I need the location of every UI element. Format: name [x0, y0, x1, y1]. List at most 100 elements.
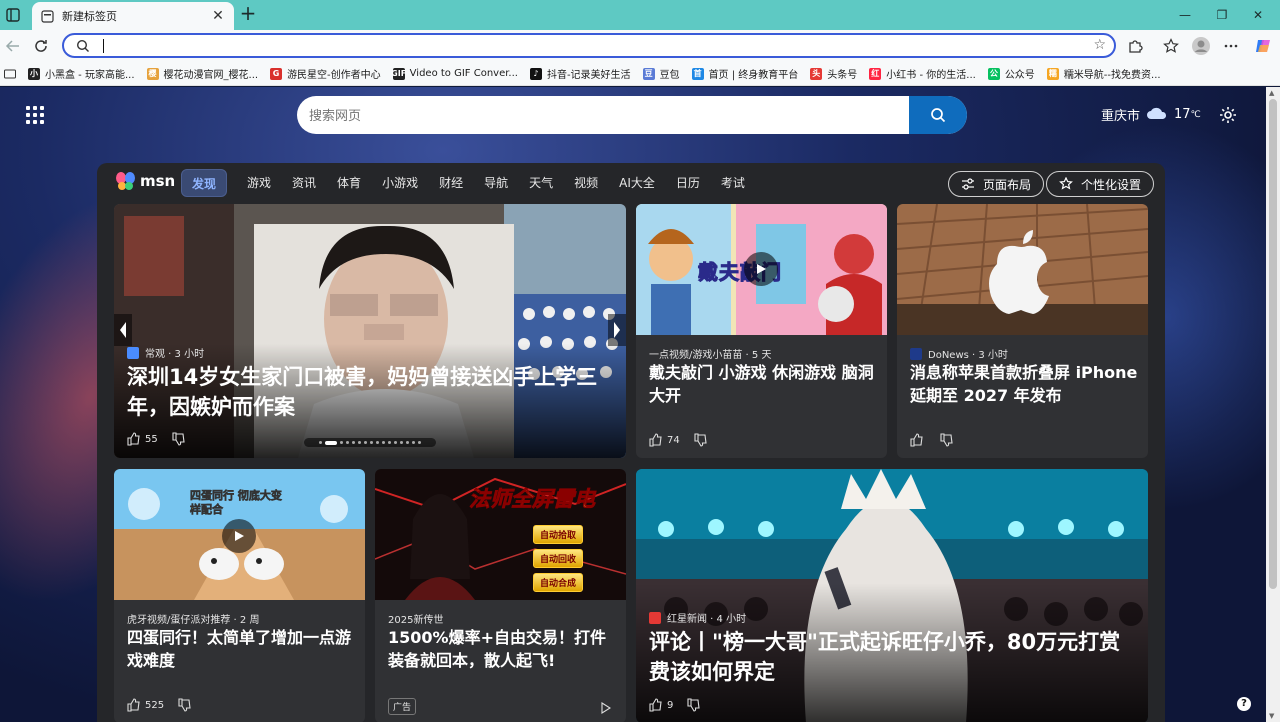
carousel-dots[interactable]	[304, 438, 436, 447]
big-headline[interactable]: 评论丨"榜一大哥"正式起诉旺仔小乔，80万元打赏费该如何界定	[649, 627, 1135, 687]
scroll-down-icon[interactable]: ▼	[1269, 712, 1274, 720]
game2-like-count: 525	[145, 699, 165, 711]
bookmark-label: 小红书 - 你的生活...	[886, 70, 976, 81]
scroll-up-icon[interactable]: ▲	[1269, 89, 1274, 97]
game1-headline[interactable]: 戴夫敲门 小游戏 休闲游戏 脑洞大开	[649, 361, 877, 407]
web-search-button[interactable]	[909, 96, 967, 134]
hero-card[interactable]: 常观 · 3 小时 深圳14岁女生家门口被害，妈妈曾接送凶手上学三年，因嫉妒而作…	[114, 204, 626, 458]
help-button[interactable]: ?	[1237, 697, 1251, 711]
favorites-button[interactable]	[1160, 35, 1182, 57]
app-launcher-icon[interactable]	[26, 106, 44, 124]
web-search-input[interactable]	[309, 106, 899, 124]
video-play-icon[interactable]	[744, 252, 778, 286]
thumbs-up-icon	[127, 432, 140, 446]
ad-card[interactable]: 法师全屏雷电 自动拾取 自动回收 自动合成 2025新传世 1500%爆率+自由交易…	[375, 469, 626, 722]
hero-headline[interactable]: 深圳14岁女生家门口被害，妈妈曾接送凶手上学三年，因嫉妒而作案	[127, 362, 613, 422]
apple-news-card[interactable]: DoNews · 3 小时 消息称苹果首款折叠屏 iPhone 延期至 2027…	[897, 204, 1148, 458]
bookmark-item[interactable]: 公公众号	[987, 66, 1035, 81]
weather-widget[interactable]: 重庆市 17 ℃	[1101, 105, 1201, 124]
ad-image-pill: 自动回收	[533, 549, 584, 568]
refresh-button[interactable]	[30, 35, 52, 57]
donews-logo-icon	[910, 347, 922, 360]
tab-close-icon[interactable]: ✕	[210, 8, 226, 24]
bookmark-item[interactable]: 糯糯米导航--找免费资...	[1046, 66, 1161, 81]
apple-source: DoNews · 3 小时	[910, 346, 1008, 361]
ellipsis-icon	[1224, 44, 1238, 48]
address-bar[interactable]: ☆	[62, 33, 1116, 58]
bookmark-item[interactable]: 小小黑盒 - 玩家高能...	[28, 66, 135, 81]
window-close-button[interactable]: ✕	[1236, 0, 1280, 30]
big-source: 红星新闻 · 4 小时	[649, 610, 746, 625]
scrollbar-thumb[interactable]	[1269, 99, 1277, 589]
msn-nav-item[interactable]: 游戏	[247, 169, 271, 197]
msn-nav-item[interactable]: 小游戏	[382, 169, 418, 197]
bookmark-item[interactable]: 首首页 | 终身教育平台	[691, 66, 798, 81]
thumbs-up-icon	[649, 698, 662, 712]
apple-source-text: DoNews · 3 小时	[928, 350, 1008, 361]
page-settings-button[interactable]	[1218, 105, 1238, 125]
game-card-eggs[interactable]: 四蛋同行 彻底大变样配合 虎牙视频/蛋仔派对推荐 · 2 周 四蛋同行！太简单了…	[114, 469, 365, 722]
bookmark-item[interactable]: ♪ 抖音-记录美好生活	[529, 66, 631, 81]
bookmark-label: 头条号	[827, 70, 858, 81]
profile-avatar[interactable]	[1190, 35, 1212, 57]
copilot-button[interactable]	[1252, 35, 1274, 57]
msn-nav-item[interactable]: 考试	[721, 169, 745, 197]
thumbs-down-icon	[687, 698, 700, 712]
tab-new-tab[interactable]: 新建标签页 ✕	[32, 2, 234, 30]
msn-nav-item[interactable]: 财经	[439, 169, 463, 197]
msn-nav-item[interactable]: 导航	[484, 169, 508, 197]
big-news-card[interactable]: 红星新闻 · 4 小时 评论丨"榜一大哥"正式起诉旺仔小乔，80万元打赏费该如何…	[636, 469, 1148, 722]
new-tab-button[interactable]: +	[238, 3, 258, 24]
bookmark-label: 公众号	[1004, 70, 1035, 81]
eggs-image-title: 四蛋同行 彻底大变样配合	[190, 489, 282, 517]
bookmark-favicon-icon: 糯	[1046, 67, 1059, 80]
bookmark-item[interactable]: 樱樱花动漫官网_樱花...	[146, 66, 258, 81]
tab-actions-icon[interactable]	[2, 4, 24, 26]
bookmark-item[interactable]: G 游民星空-创作者中心	[270, 66, 381, 81]
page-layout-label: 页面布局	[983, 177, 1032, 192]
msn-nav-item[interactable]: 日历	[676, 169, 700, 197]
msn-nav-item[interactable]: 体育	[337, 169, 361, 197]
game1-like-count: 74	[667, 434, 680, 446]
personalize-button[interactable]: 个性化设置	[1046, 171, 1155, 197]
msn-nav-item[interactable]: 发现	[181, 169, 228, 197]
ad-headline[interactable]: 1500%爆率+自由交易！打件装备就回本，散人起飞!	[388, 626, 616, 672]
bookmarks-folder-icon[interactable]	[4, 69, 16, 79]
extensions-button[interactable]	[1124, 35, 1146, 57]
bookmark-favicon-icon: GIF	[391, 67, 407, 80]
ad-image-title: 法师全屏雷电	[469, 487, 596, 512]
bookmark-item[interactable]: 豆豆包	[642, 66, 680, 81]
bookmark-item[interactable]: GIF Video to GIF Conver...	[391, 67, 518, 80]
bookmark-label: 糯米导航--找免费资...	[1063, 70, 1161, 81]
game-card-dave[interactable]: 戴夫敲门 一点视频/游戏小苗苗 · 5 天 戴夫敲门 小游戏 休闲游戏 脑洞大开…	[636, 204, 887, 458]
weather-temp: 17	[1174, 107, 1191, 122]
ad-image-buttons: 自动拾取 自动回收 自动合成	[533, 525, 584, 592]
gear-icon	[1220, 107, 1236, 123]
back-button[interactable]	[2, 35, 24, 57]
apple-headline[interactable]: 消息称苹果首款折叠屏 iPhone 延期至 2027 年发布	[910, 361, 1138, 407]
weather-unit: ℃	[1190, 109, 1201, 120]
sparkle-star-icon	[1059, 177, 1073, 190]
bookmark-star-icon[interactable]: ☆	[1093, 37, 1106, 53]
msn-logo[interactable]: msn	[115, 171, 175, 191]
bookmark-item[interactable]: 头头条号	[810, 66, 857, 81]
ad-source: 2025新传世	[388, 615, 444, 626]
refresh-icon	[35, 40, 47, 52]
bookmark-label: 小黑盒 - 玩家高能...	[45, 70, 135, 81]
msn-nav-item[interactable]: 视频	[574, 169, 598, 197]
msn-nav-item[interactable]: 天气	[529, 169, 553, 197]
address-input[interactable]	[100, 37, 1080, 55]
web-search-box[interactable]	[297, 96, 967, 134]
page-scrollbar[interactable]: ▲ ▼	[1266, 87, 1280, 722]
bookmark-item[interactable]: 红小红书 - 你的生活...	[869, 66, 976, 81]
msn-nav-item[interactable]: 资讯	[292, 169, 316, 197]
bookmark-label: Video to GIF Conver...	[409, 68, 518, 79]
game2-headline[interactable]: 四蛋同行！太简单了增加一点游戏难度	[127, 626, 355, 672]
video-play-icon[interactable]	[222, 519, 256, 553]
more-menu-button[interactable]	[1220, 35, 1242, 57]
cloud-icon	[1146, 106, 1168, 124]
hero-reactions: 55	[127, 432, 190, 446]
ad-choices-icon[interactable]	[601, 699, 612, 718]
page-layout-button[interactable]: 页面布局	[948, 171, 1045, 197]
msn-nav-item[interactable]: AI大全	[619, 169, 655, 197]
